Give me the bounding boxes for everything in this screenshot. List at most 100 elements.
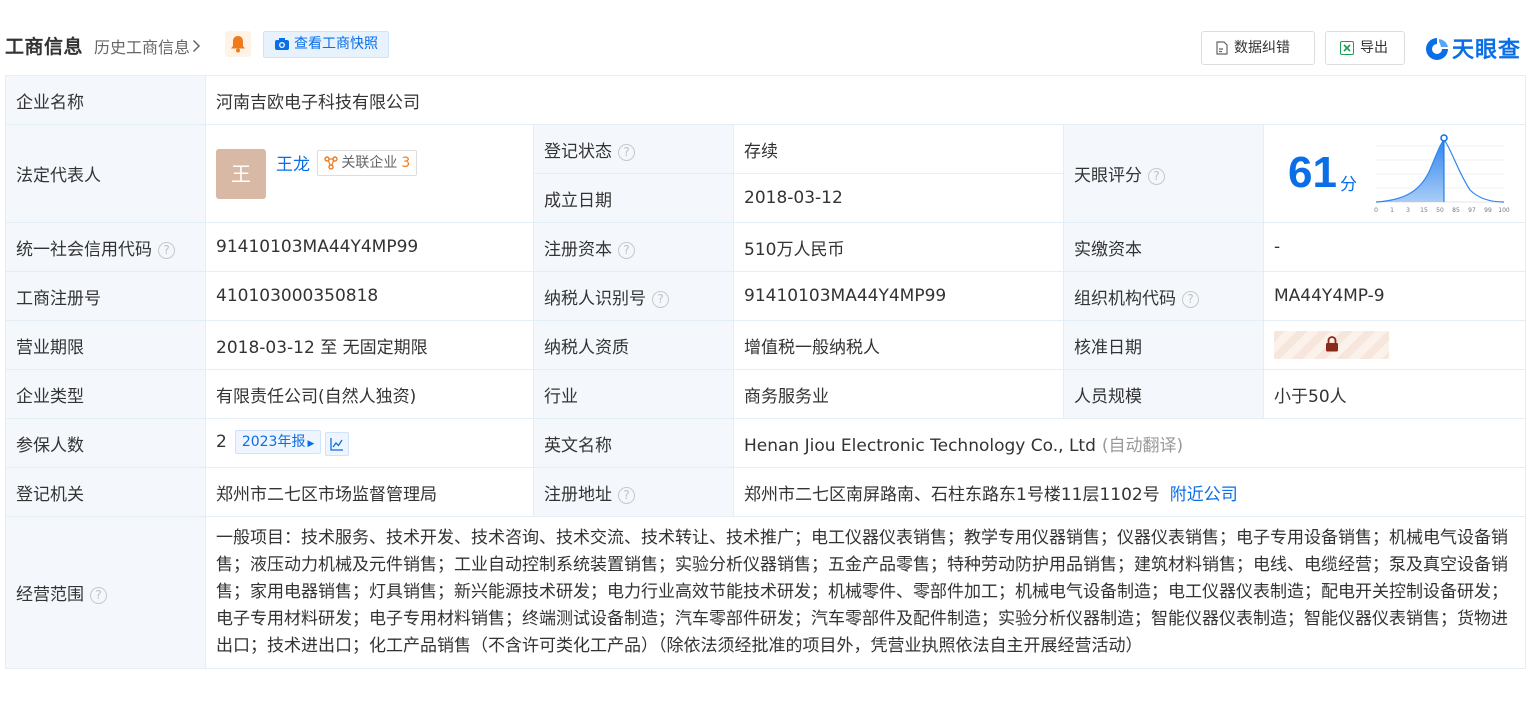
label-scope: 经营范围? [5, 516, 206, 669]
insured-count: 2 [216, 432, 227, 452]
document-edit-icon [1216, 41, 1228, 55]
data-correction-button[interactable]: 数据纠错 [1201, 31, 1315, 65]
label-text: 经营范围 [16, 585, 84, 605]
value-reg-capital: 510万人民币 [733, 222, 1064, 272]
label-company-name: 企业名称 [5, 75, 206, 125]
label-text: 组织机构代码 [1074, 288, 1176, 309]
table-row: 参保人数 2 2023年报 ▶ 英文名称 Henan Jiou Electronic… [5, 418, 1526, 468]
line-chart-icon [330, 438, 344, 451]
label-org-code: 组织机构代码? [1063, 271, 1264, 321]
label-industry: 行业 [533, 369, 734, 419]
score-tick-label: 50 [1436, 207, 1444, 214]
value-approval-date [1263, 320, 1526, 370]
label-reg-address: 注册地址? [533, 467, 734, 517]
chevron-right-icon [192, 38, 201, 57]
label-reg-capital: 注册资本? [533, 222, 734, 272]
history-label: 历史工商信息 [94, 38, 191, 57]
related-companies-button[interactable]: 关联企业 3 [317, 149, 418, 176]
value-taxpayer-type: 增值税一般纳税人 [733, 320, 1064, 370]
score-distribution-chart: 0 1 3 15 50 85 97 99 100 [1374, 133, 1510, 214]
network-icon [324, 155, 339, 170]
value-industry: 商务服务业 [733, 369, 1064, 419]
value-company-name: 河南吉欧电子科技有限公司 [205, 75, 1526, 125]
auto-translate-note: (自动翻译) [1101, 435, 1184, 456]
score-tick-label: 99 [1484, 207, 1492, 214]
score-tick-label: 3 [1406, 207, 1410, 214]
snapshot-button[interactable]: 查看工商快照 [263, 31, 389, 58]
help-icon[interactable]: ? [158, 241, 175, 259]
trend-chart-button[interactable] [325, 432, 350, 456]
section-header: 工商信息 历史工商信息 查看工商快照 数据纠错 导出 天眼查 [0, 24, 1527, 68]
score-unit: 分 [1340, 174, 1357, 195]
table-row: 统一社会信用代码? 91410103MA44Y4MP99 注册资本? 510万人… [5, 222, 1526, 272]
value-founded: 2018-03-12 [733, 173, 1064, 223]
label-founded: 成立日期 [533, 173, 734, 223]
score-tick-label: 100 [1498, 207, 1510, 214]
label-taxpayer-id: 纳税人识别号? [533, 271, 734, 321]
label-business-reg-no: 工商注册号 [5, 271, 206, 321]
related-label: 关联企业 [341, 154, 398, 171]
legal-rep-name-link[interactable]: 王龙 [276, 150, 310, 175]
label-text: 注册资本 [544, 239, 612, 260]
value-reg-address: 郑州市二七区南屏路南、石柱东路东1号楼11层1102号 附近公司 [733, 467, 1526, 517]
help-icon[interactable]: ? [618, 241, 635, 259]
help-icon[interactable]: ? [618, 143, 635, 161]
score-widget[interactable]: 61 分 0 1 3 15 50 85 97 99 100 [1264, 126, 1525, 222]
value-reg-authority: 郑州市二七区市场监督管理局 [205, 467, 534, 517]
camera-icon [275, 38, 289, 50]
logo-text: 天眼查 [1452, 38, 1522, 63]
value-business-reg-no: 410103000350818 [205, 271, 534, 321]
help-icon[interactable]: ? [652, 290, 669, 308]
label-reg-authority: 登记机关 [5, 467, 206, 517]
related-count: 3 [401, 154, 411, 171]
score-tick-label: 15 [1420, 207, 1428, 214]
table-row: 企业名称 河南吉欧电子科技有限公司 [5, 75, 1526, 125]
label-approval-date: 核准日期 [1063, 320, 1264, 370]
label-reg-status: 登记状态? [533, 124, 734, 174]
avatar[interactable]: 王 [216, 148, 266, 199]
annual-report-tag[interactable]: 2023年报 ▶ [234, 430, 322, 454]
table-row: 工商注册号 410103000350818 纳税人识别号? 91410103MA… [5, 271, 1526, 321]
value-credit-code: 91410103MA44Y4MP99 [205, 222, 534, 272]
score-tick-label: 97 [1468, 207, 1476, 214]
score-tick-label: 85 [1452, 207, 1460, 214]
locked-value-button[interactable] [1274, 331, 1389, 359]
table-row: 营业期限 2018-03-12 至 无固定期限 纳税人资质 增值税一般纳税人 核… [5, 320, 1526, 370]
value-reg-status: 存续 [733, 124, 1064, 174]
report-year: 2023年报 [241, 434, 306, 450]
value-staff-size: 小于50人 [1263, 369, 1526, 419]
value-paid-capital: - [1263, 222, 1526, 272]
nearby-companies-link[interactable]: 附近公司 [1170, 485, 1238, 505]
value-company-type: 有限责任公司(自然人独资) [205, 369, 534, 419]
business-info-table: 企业名称 河南吉欧电子科技有限公司 法定代表人 王王龙 关联企业 3 登记状态? … [5, 75, 1526, 669]
table-row: 经营范围? 一般项目：技术服务、技术开发、技术咨询、技术交流、技术转让、技术推广… [5, 516, 1526, 669]
tianyancha-logo: 天眼查 [1424, 32, 1521, 64]
export-button[interactable]: 导出 [1325, 31, 1405, 65]
score-tick-label: 1 [1390, 207, 1394, 214]
label-english-name: 英文名称 [533, 418, 734, 468]
label-paid-capital: 实缴资本 [1063, 222, 1264, 272]
table-row: 企业类型 有限责任公司(自然人独资) 行业 商务服务业 人员规模 小于50人 [5, 369, 1526, 419]
section-title: 工商信息 [5, 36, 84, 58]
help-icon[interactable]: ? [618, 486, 635, 504]
lock-icon [1325, 336, 1338, 352]
history-link[interactable]: 历史工商信息 [94, 34, 201, 58]
logo-icon [1426, 38, 1448, 60]
help-icon[interactable]: ? [90, 587, 107, 604]
value-tianyan-score[interactable]: 61 分 0 1 3 15 50 85 97 99 100 [1263, 124, 1526, 223]
table-row: 登记机关 郑州市二七区市场监督管理局 注册地址? 郑州市二七区南屏路南、石柱东路… [5, 467, 1526, 517]
snapshot-label: 查看工商快照 [294, 36, 378, 52]
label-text: 统一社会信用代码 [16, 239, 152, 260]
score-number: 61 [1288, 147, 1337, 197]
correction-label: 数据纠错 [1234, 40, 1290, 56]
address-text: 郑州市二七区南屏路南、石柱东路东1号楼11层1102号 [744, 484, 1160, 505]
monitor-bell-button[interactable] [225, 31, 251, 57]
value-legal-rep: 王王龙 关联企业 3 [205, 124, 534, 223]
label-text: 天眼评分 [1074, 166, 1142, 186]
value-business-term: 2018-03-12 至 无固定期限 [205, 320, 534, 370]
value-scope: 一般项目：技术服务、技术开发、技术咨询、技术交流、技术转让、技术推广；电工仪器仪… [205, 516, 1526, 669]
label-company-type: 企业类型 [5, 369, 206, 419]
value-org-code: MA44Y4MP-9 [1263, 271, 1526, 321]
help-icon[interactable]: ? [1182, 290, 1199, 308]
help-icon[interactable]: ? [1148, 168, 1165, 185]
